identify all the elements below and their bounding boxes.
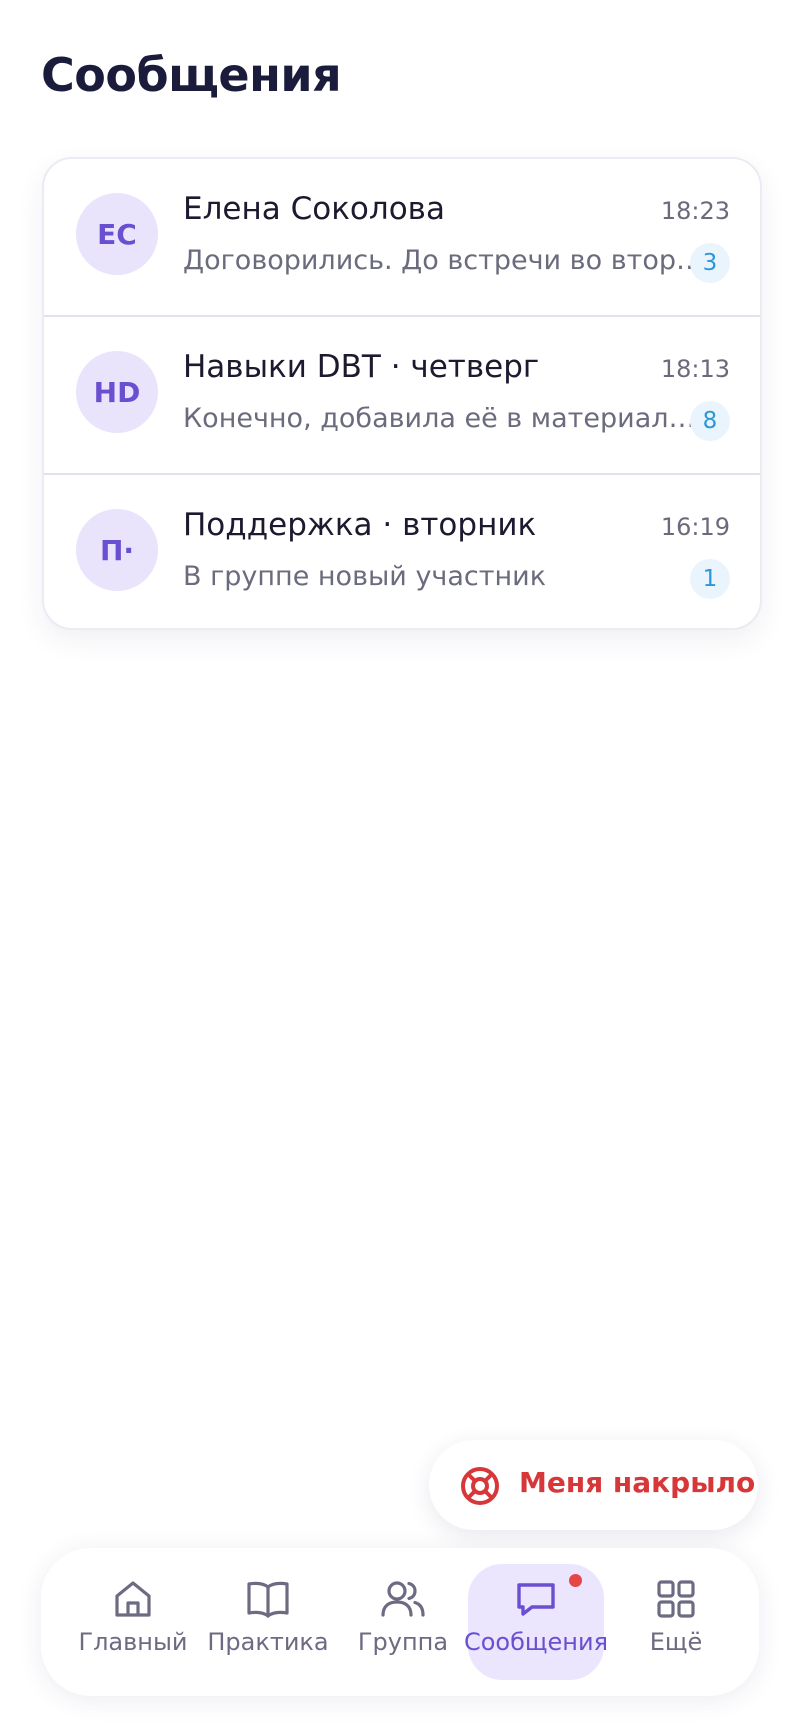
chat-icon xyxy=(517,1583,555,1616)
page-title: Сообщения xyxy=(41,48,342,102)
chat-row-dbt[interactable]: HD Навыки DBT · четверг 18:13 Конечно, д… xyxy=(44,317,760,475)
users-icon xyxy=(381,1581,425,1617)
nav-label: Главный xyxy=(78,1628,188,1656)
unread-badge: 8 xyxy=(690,401,730,441)
nav-item-practice[interactable]: Практика xyxy=(203,1564,333,1680)
chat-time: 18:13 xyxy=(660,355,730,383)
nav-label: Практика xyxy=(207,1628,329,1656)
chat-row-support[interactable]: П· Поддержка · вторник 16:19 В группе но… xyxy=(44,475,760,628)
chat-preview: Конечно, добавила её в материалы группы xyxy=(183,403,709,434)
bottom-nav: Главный Практика Группа Сообщения Ещё xyxy=(41,1548,759,1696)
nav-label: Сообщения xyxy=(463,1628,609,1656)
nav-label: Ещё xyxy=(649,1628,703,1656)
chat-name: Елена Соколова xyxy=(183,191,445,227)
chat-list: ЕС Елена Соколова 18:23 Договорились. До… xyxy=(42,157,762,630)
nav-item-group[interactable]: Группа xyxy=(344,1564,462,1680)
nav-item-home[interactable]: Главный xyxy=(73,1564,193,1680)
avatar: HD xyxy=(76,351,158,433)
crisis-button-label: Меня накрыло xyxy=(519,1466,756,1499)
chat-row-elena[interactable]: ЕС Елена Соколова 18:23 Договорились. До… xyxy=(44,159,760,317)
crisis-button[interactable]: Меня накрыло xyxy=(429,1440,758,1530)
avatar: П· xyxy=(76,509,158,591)
notification-dot xyxy=(569,1574,582,1587)
book-icon xyxy=(247,1581,289,1618)
home-icon xyxy=(115,1581,151,1617)
unread-badge: 1 xyxy=(690,559,730,599)
nav-item-messages[interactable]: Сообщения xyxy=(464,1564,608,1680)
grid-icon xyxy=(657,1580,695,1618)
chat-name: Навыки DBT · четверг xyxy=(183,349,540,385)
unread-badge: 3 xyxy=(690,243,730,283)
nav-label: Группа xyxy=(357,1628,449,1656)
lifebuoy-icon xyxy=(461,1467,499,1505)
avatar: ЕС xyxy=(76,193,158,275)
chat-preview: В группе новый участник xyxy=(183,561,546,592)
chat-preview: Договорились. До встречи во вторник xyxy=(183,245,709,276)
chat-name: Поддержка · вторник xyxy=(183,507,537,543)
nav-item-more[interactable]: Ещё xyxy=(631,1564,721,1680)
chat-time: 16:19 xyxy=(660,513,730,541)
chat-time: 18:23 xyxy=(660,197,730,225)
